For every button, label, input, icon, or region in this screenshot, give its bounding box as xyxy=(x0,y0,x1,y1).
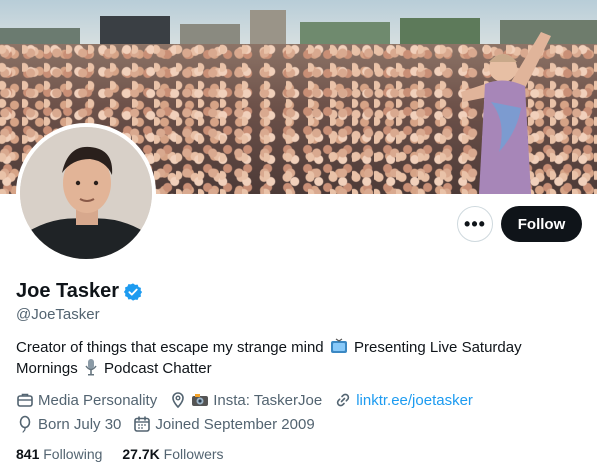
profile-joined: Joined September 2009 xyxy=(133,415,315,433)
profile-location: Insta: TaskerJoe xyxy=(169,391,322,409)
briefcase-icon xyxy=(17,393,33,407)
profile-meta: Media Personality Insta: TaskerJoe linkt… xyxy=(16,390,586,438)
birthday-text: Born July 30 xyxy=(38,415,122,433)
followers-stat[interactable]: 27.7K Followers xyxy=(122,446,223,462)
calendar-icon xyxy=(134,416,151,432)
category-text: Media Personality xyxy=(38,391,158,409)
profile-website[interactable]: linktr.ee/joetasker xyxy=(334,391,473,409)
profile-birthday: Born July 30 xyxy=(16,415,121,433)
microphone-emoji-icon xyxy=(85,359,97,376)
followers-label: Followers xyxy=(163,446,224,462)
more-options-button[interactable]: ••• xyxy=(457,206,493,242)
profile-handle: @JoeTasker xyxy=(16,306,100,323)
website-link[interactable]: linktr.ee/joetasker xyxy=(356,392,473,409)
camera-emoji-icon xyxy=(192,394,209,406)
bio-text-1: Creator of things that escape my strange… xyxy=(16,339,324,356)
avatar-photo xyxy=(20,127,152,259)
follow-button[interactable]: Follow xyxy=(501,206,582,242)
profile-avatar[interactable] xyxy=(16,123,156,263)
profile-name-row: Joe Tasker xyxy=(16,280,143,303)
joined-text: Joined September 2009 xyxy=(155,415,315,433)
follow-button-label: Follow xyxy=(517,215,566,233)
profile-bio: Creator of things that escape my strange… xyxy=(16,338,576,379)
link-icon xyxy=(337,393,350,407)
location-pin-icon xyxy=(172,392,185,409)
location-text: Insta: TaskerJoe xyxy=(213,391,323,409)
following-label: Following xyxy=(43,446,103,462)
profile-category: Media Personality xyxy=(16,391,157,409)
profile-meta-row-2: Born July 30 Joined September 2009 xyxy=(16,414,586,434)
profile-name: Joe Tasker xyxy=(16,280,120,302)
following-count: 841 xyxy=(16,446,40,462)
television-emoji-icon xyxy=(330,338,347,353)
profile-stats: 841 Following 27.7K Followers xyxy=(16,446,244,462)
banner-performer xyxy=(461,32,551,194)
profile-meta-row-1: Media Personality Insta: TaskerJoe linkt… xyxy=(16,390,586,410)
balloon-icon xyxy=(19,415,31,433)
followers-count: 27.7K xyxy=(122,446,160,462)
more-options-icon: ••• xyxy=(464,213,486,234)
verified-badge-icon[interactable] xyxy=(123,282,143,302)
following-stat[interactable]: 841 Following xyxy=(16,446,102,462)
bio-text-3: Podcast Chatter xyxy=(104,360,212,377)
